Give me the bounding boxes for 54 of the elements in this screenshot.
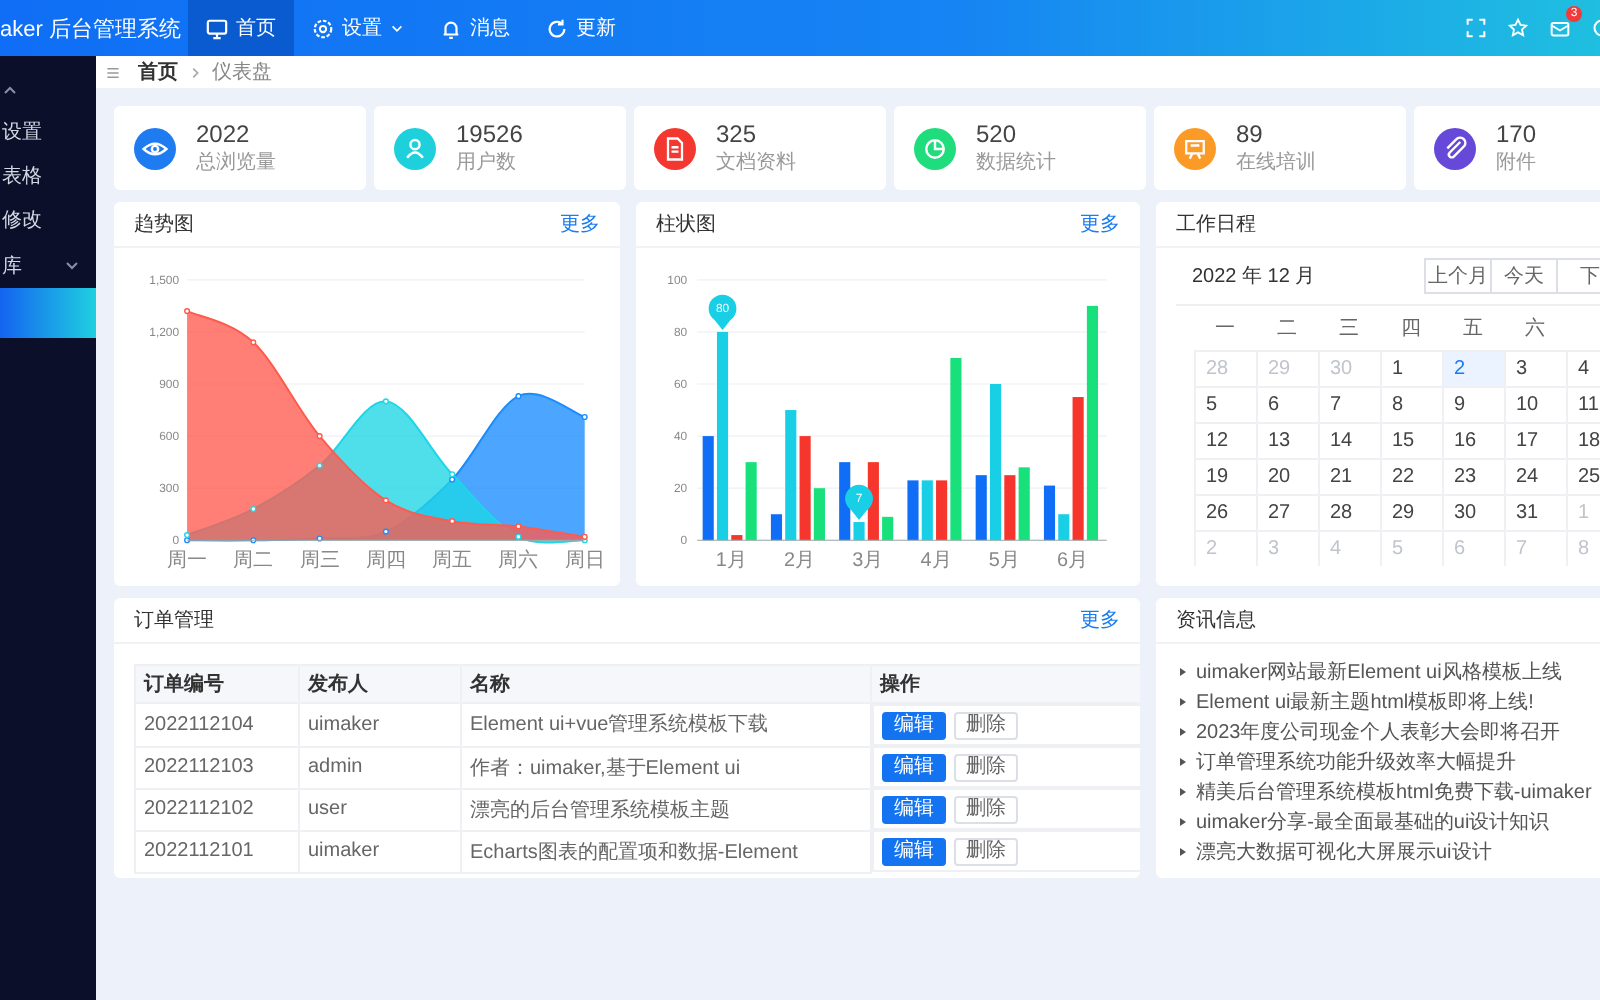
panel-title: 趋势图: [134, 211, 194, 238]
table-cell: uimaker: [299, 703, 461, 746]
column-header: 名称: [461, 665, 871, 703]
stat-value: 520: [976, 120, 1019, 148]
table-cell: 漂亮的后台管理系统模板主题: [461, 788, 871, 830]
stat-value: 19526: [456, 120, 523, 148]
weekday-label: 六: [1523, 315, 1547, 344]
axis-label: 周六: [498, 550, 539, 573]
axis-label: 4月: [920, 550, 952, 573]
stat-label: 用户数: [456, 149, 518, 176]
weekday-label: 四: [1399, 316, 1423, 344]
weekday-label: 三: [1337, 316, 1361, 344]
axis-label: 周一: [167, 550, 208, 573]
axis-label: 周日: [564, 550, 605, 573]
table-cell: 作者：uimaker,基于Element ui: [461, 746, 871, 788]
column-header: 发布人: [299, 665, 461, 703]
axis-label: 1月: [715, 550, 747, 573]
stat-value: 325: [716, 120, 759, 148]
panel-title: 订单管理: [134, 607, 214, 634]
axis-label: 2月: [784, 550, 816, 573]
axis-label: 周三: [299, 550, 340, 573]
table-cell: Element ui+vue管理系统模板下载: [461, 703, 871, 746]
column-header: 操作: [871, 665, 1140, 703]
table-cell: 2022112103: [135, 746, 299, 788]
stat-value: 2022: [196, 120, 252, 148]
panel-title: 工作日程: [1176, 212, 1256, 238]
table-cell: uimaker: [299, 830, 461, 872]
calendar-month: 2022 年 12 月: [1192, 264, 1316, 290]
stat-value: 89: [1236, 120, 1265, 148]
axis-label: 周五: [432, 550, 473, 573]
weekday-label: 五: [1461, 316, 1485, 344]
stat-value: 170: [1496, 120, 1537, 148]
axis-label: 3月: [852, 550, 884, 573]
table-cell: Echarts图表的配置项和数据-Element: [461, 830, 871, 872]
table-cell: admin: [299, 746, 461, 788]
stat-label: 附件: [1496, 150, 1537, 176]
panel-title: 资讯信息: [1176, 607, 1256, 634]
table-cell: 2022112102: [135, 788, 299, 830]
stat-label: 数据统计: [976, 149, 1056, 176]
axis-label: 周四: [365, 550, 406, 573]
axis-label: 周二: [233, 550, 274, 573]
app-title: aker 后台管理系统: [0, 15, 183, 43]
panel-title: 柱状图: [656, 211, 716, 238]
column-header: 订单编号: [135, 665, 299, 703]
weekday-label: 一: [1213, 316, 1237, 344]
stat-label: 文档资料: [716, 149, 796, 176]
table-cell: 2022112101: [135, 830, 299, 872]
stat-label: 总浏览量: [196, 149, 276, 176]
table-cell: 2022112104: [135, 703, 299, 746]
axis-label: 6月: [1057, 550, 1089, 573]
axis-label: 5月: [988, 550, 1020, 573]
table-cell: user: [299, 788, 461, 830]
stat-label: 在线培训: [1236, 149, 1316, 176]
weekday-label: 二: [1275, 316, 1299, 344]
